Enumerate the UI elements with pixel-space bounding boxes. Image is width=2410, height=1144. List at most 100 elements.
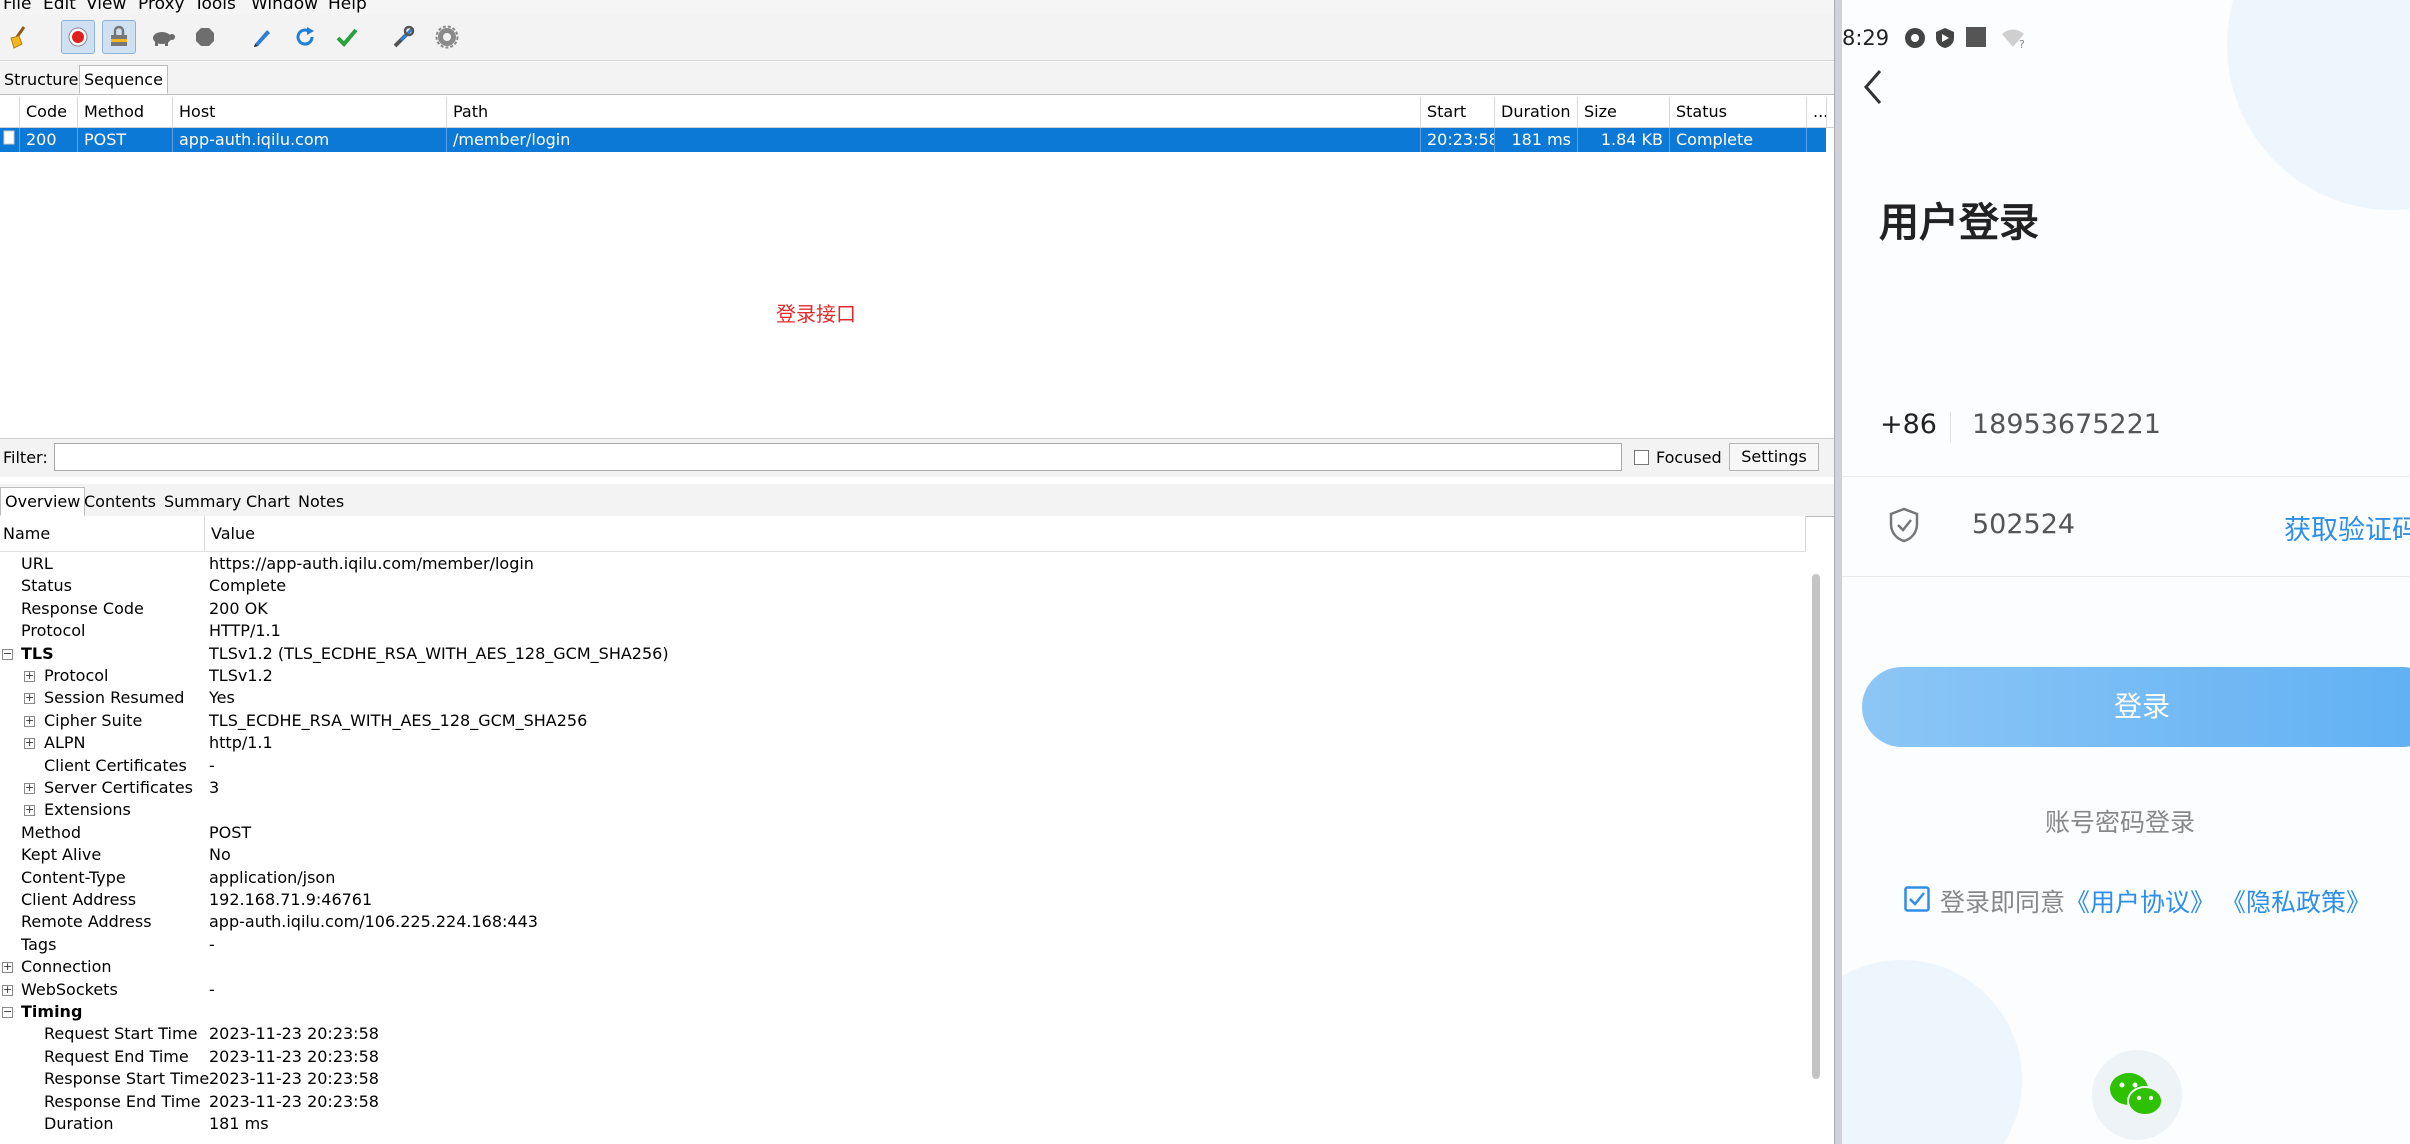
- tree-row[interactable]: + ALPN http/1.1: [0, 732, 1806, 754]
- privacy-policy-link[interactable]: 《隐私政策》: [2221, 888, 2371, 917]
- expand-icon[interactable]: +: [24, 692, 35, 705]
- column-value[interactable]: Value: [205, 516, 1806, 551]
- tab-structure[interactable]: Structure: [0, 66, 82, 93]
- menu-help[interactable]: Help: [328, 0, 367, 14]
- column-status[interactable]: Status: [1670, 97, 1807, 127]
- filter-bar: Filter: Focused Settings: [0, 438, 1834, 477]
- column-code[interactable]: Code: [20, 97, 78, 127]
- column-more[interactable]: ...: [1807, 97, 1827, 127]
- expand-icon[interactable]: +: [24, 782, 35, 794]
- collapse-icon[interactable]: −: [2, 1006, 13, 1018]
- tree-row-name: Timing: [21, 1002, 83, 1021]
- tab-notes[interactable]: Notes: [294, 488, 348, 515]
- menu-edit[interactable]: Edit: [43, 0, 76, 14]
- tree-row[interactable]: Content-Type application/json: [0, 867, 1806, 889]
- tree-row[interactable]: − TLS TLSv1.2 (TLS_ECDHE_RSA_WITH_AES_128_…: [0, 643, 1806, 665]
- menu-window[interactable]: Window: [251, 0, 318, 14]
- tree-row[interactable]: Protocol HTTP/1.1: [0, 620, 1806, 642]
- menu-tools[interactable]: Tools: [194, 0, 236, 14]
- expand-icon[interactable]: +: [2, 984, 13, 996]
- tree-row[interactable]: − Timing: [0, 1001, 1806, 1023]
- agreement-text: 登录即同意《用户协议》 《隐私政策》: [1940, 883, 2371, 919]
- tree-row[interactable]: Request Start Time 2023-11-23 20:23:58: [0, 1023, 1806, 1045]
- expand-icon[interactable]: +: [24, 804, 35, 817]
- tree-row[interactable]: Response Code 200 OK: [0, 598, 1806, 620]
- tree-row[interactable]: Response End Time 2023-11-23 20:23:58: [0, 1091, 1806, 1113]
- tree-row[interactable]: URL https://app-auth.iqilu.com/member/log…: [0, 553, 1806, 575]
- tab-chart[interactable]: Chart: [242, 488, 294, 515]
- settings-button[interactable]: Settings: [1729, 443, 1819, 471]
- tree-row-value: -: [209, 755, 215, 775]
- login-button[interactable]: 登录: [1862, 667, 2410, 747]
- column-name[interactable]: Name: [0, 516, 205, 551]
- repeat-icon[interactable]: [288, 20, 322, 54]
- verify-code-input[interactable]: 502524: [1972, 509, 2075, 540]
- settings-gear-icon[interactable]: [430, 20, 464, 54]
- expand-icon[interactable]: +: [24, 737, 35, 750]
- tree-row[interactable]: + Protocol TLSv1.2: [0, 665, 1806, 687]
- tree-row-name: Session Resumed: [44, 688, 185, 708]
- column-start[interactable]: Start: [1421, 97, 1495, 127]
- wechat-login-button[interactable]: [2092, 1050, 2182, 1140]
- expand-icon[interactable]: +: [2, 961, 13, 974]
- menu-file[interactable]: File: [3, 0, 31, 14]
- input-divider: [1950, 412, 1951, 442]
- tree-row[interactable]: Client Certificates -: [0, 755, 1806, 777]
- column-host[interactable]: Host: [173, 97, 447, 127]
- tree-row[interactable]: Response Start Time 2023-11-23 20:23:58: [0, 1068, 1806, 1090]
- tree-row-value: TLSv1.2 (TLS_ECDHE_RSA_WITH_AES_128_GCM_…: [209, 643, 669, 663]
- menu-view[interactable]: View: [86, 0, 126, 14]
- tree-row[interactable]: Tags -: [0, 934, 1806, 956]
- tab-overview[interactable]: Overview: [0, 487, 86, 516]
- get-code-button[interactable]: 获取验证码: [2284, 508, 2410, 547]
- tree-row[interactable]: Client Address 192.168.71.9:46761: [0, 889, 1806, 911]
- table-row[interactable]: 200 POST app-auth.iqilu.com /member/logi…: [0, 128, 1826, 152]
- compose-pen-icon[interactable]: [245, 20, 279, 54]
- expand-icon[interactable]: +: [24, 670, 35, 682]
- tree-row[interactable]: + Session Resumed Yes: [0, 687, 1806, 709]
- collapse-icon[interactable]: −: [2, 648, 13, 660]
- ssl-proxy-icon[interactable]: [102, 20, 136, 54]
- filter-label: Filter:: [3, 448, 48, 467]
- focused-checkbox[interactable]: [1634, 450, 1649, 465]
- user-agreement-link[interactable]: 《用户协议》: [2065, 888, 2215, 917]
- agree-checkbox[interactable]: [1904, 886, 1930, 912]
- validate-check-icon[interactable]: [330, 20, 364, 54]
- phone-input[interactable]: 18953675221: [1972, 409, 2161, 440]
- record-icon[interactable]: [61, 20, 95, 54]
- tree-row-value: https://app-auth.iqilu.com/member/login: [209, 554, 534, 573]
- menu-proxy[interactable]: Proxy: [138, 0, 185, 14]
- tree-row[interactable]: + Extensions: [0, 799, 1806, 821]
- column-duration[interactable]: Duration: [1495, 97, 1578, 127]
- tab-contents[interactable]: Contents: [80, 488, 160, 515]
- filter-input[interactable]: [54, 443, 1622, 471]
- tree-row[interactable]: Method POST: [0, 822, 1806, 844]
- tree-row[interactable]: Remote Address app-auth.iqilu.com/106.225…: [0, 911, 1806, 933]
- tab-summary[interactable]: Summary: [160, 488, 245, 515]
- column-method[interactable]: Method: [78, 97, 173, 127]
- wifi-icon: ?: [2000, 27, 2026, 53]
- column-size[interactable]: Size: [1578, 97, 1670, 127]
- tools-icon[interactable]: [387, 20, 421, 54]
- tree-row[interactable]: Duration 181 ms: [0, 1113, 1806, 1135]
- country-code[interactable]: +86: [1880, 409, 1937, 440]
- tree-row-value: Complete: [209, 576, 287, 596]
- tree-row[interactable]: Kept Alive No: [0, 844, 1806, 866]
- column-path[interactable]: Path: [447, 97, 1421, 127]
- breakpoint-icon[interactable]: [188, 20, 222, 54]
- back-arrow-icon[interactable]: [1862, 68, 1884, 110]
- overview-scrollbar[interactable]: [1812, 574, 1820, 1079]
- throttle-turtle-icon[interactable]: [146, 20, 180, 54]
- tree-row[interactable]: + Server Certificates 3: [0, 777, 1806, 799]
- status-time: 8:29: [1842, 26, 1890, 50]
- expand-icon[interactable]: +: [24, 715, 35, 727]
- tree-row[interactable]: Request End Time 2023-11-23 20:23:58: [0, 1046, 1806, 1068]
- broom-icon[interactable]: [2, 20, 36, 54]
- tree-row[interactable]: Status Complete: [0, 575, 1806, 597]
- tree-row[interactable]: + Connection: [0, 956, 1806, 978]
- status-shield-icon: [1935, 27, 1955, 53]
- password-login-link[interactable]: 账号密码登录: [1842, 803, 2398, 839]
- tree-row[interactable]: + WebSockets -: [0, 979, 1806, 1001]
- tab-sequence[interactable]: Sequence: [79, 65, 168, 94]
- tree-row[interactable]: + Cipher Suite TLS_ECDHE_RSA_WITH_AES_128_…: [0, 710, 1806, 732]
